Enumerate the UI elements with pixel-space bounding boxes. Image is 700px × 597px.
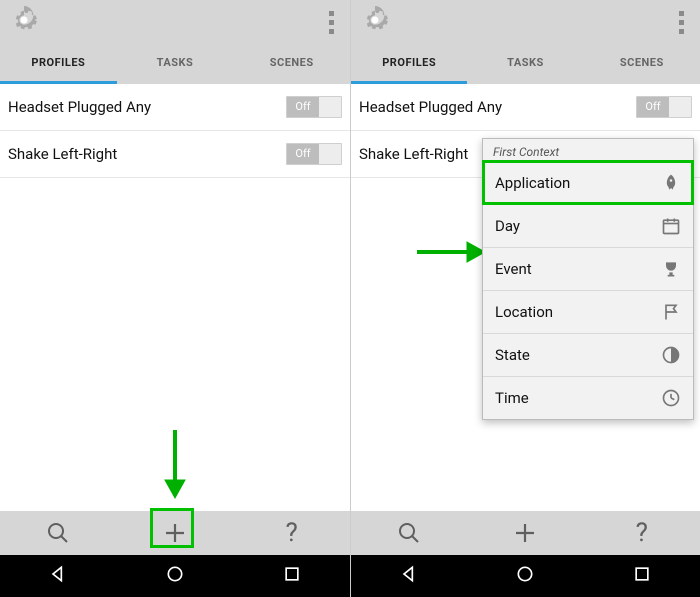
overflow-menu-icon[interactable] [323,5,340,40]
contrast-icon [661,345,681,365]
help-icon[interactable]: ? [272,513,312,553]
search-icon[interactable] [38,513,78,553]
tab-profiles[interactable]: PROFILES [351,44,467,84]
profile-toggle[interactable]: Off [286,96,342,118]
trophy-icon [661,259,681,279]
tab-scenes[interactable]: SCENES [233,44,350,84]
profile-list: Headset Plugged Any Off Shake Left-Right… [351,84,700,511]
profile-row[interactable]: Shake Left-Right Off [0,131,350,178]
bottom-toolbar: ? [351,511,700,555]
profile-name: Headset Plugged Any [359,98,502,116]
context-menu-title: First Context [483,139,693,161]
home-icon[interactable] [515,564,535,588]
left-screenshot: PROFILES TASKS SCENES Headset Plugged An… [0,0,350,597]
context-item-label: State [495,346,530,364]
context-item-event[interactable]: Event [483,247,693,290]
profile-row[interactable]: Headset Plugged Any Off [351,84,700,131]
app-header [351,0,700,44]
context-item-location[interactable]: Location [483,290,693,333]
context-item-application[interactable]: Application [483,161,693,204]
context-item-label: Day [495,217,520,235]
back-icon[interactable] [399,564,419,588]
bottom-toolbar: ? [0,511,350,555]
tasker-gear-icon [10,6,38,38]
context-item-time[interactable]: Time [483,376,693,419]
recent-icon[interactable] [632,564,652,588]
context-menu: First Context Application Day Event Loca… [482,138,694,420]
android-nav-bar [0,555,350,597]
overflow-menu-icon[interactable] [673,5,690,40]
profile-name: Headset Plugged Any [8,98,151,116]
android-nav-bar [351,555,700,597]
context-item-label: Time [495,389,529,407]
back-icon[interactable] [48,564,68,588]
app-header [0,0,350,44]
profile-name: Shake Left-Right [359,145,468,163]
search-icon[interactable] [389,513,429,553]
profile-list: Headset Plugged Any Off Shake Left-Right… [0,84,350,511]
profile-toggle[interactable]: Off [636,96,692,118]
calendar-icon [661,216,681,236]
profile-toggle[interactable]: Off [286,143,342,165]
tab-tasks[interactable]: TASKS [117,44,234,84]
context-item-label: Location [495,303,553,321]
tab-tasks[interactable]: TASKS [467,44,583,84]
context-item-label: Application [495,174,570,192]
tab-profiles[interactable]: PROFILES [0,44,117,84]
rocket-icon [661,173,681,193]
help-icon[interactable]: ? [622,513,662,553]
context-item-label: Event [495,260,532,278]
add-button[interactable] [155,513,195,553]
tab-scenes[interactable]: SCENES [584,44,700,84]
tab-bar: PROFILES TASKS SCENES [351,44,700,84]
add-button[interactable] [505,513,545,553]
flag-icon [661,302,681,322]
tab-bar: PROFILES TASKS SCENES [0,44,350,84]
right-screenshot: PROFILES TASKS SCENES Headset Plugged An… [350,0,700,597]
recent-icon[interactable] [282,564,302,588]
profile-row[interactable]: Headset Plugged Any Off [0,84,350,131]
context-item-day[interactable]: Day [483,204,693,247]
home-icon[interactable] [165,564,185,588]
context-item-state[interactable]: State [483,333,693,376]
profile-name: Shake Left-Right [8,145,117,163]
tasker-gear-icon [361,6,389,38]
clock-icon [661,388,681,408]
